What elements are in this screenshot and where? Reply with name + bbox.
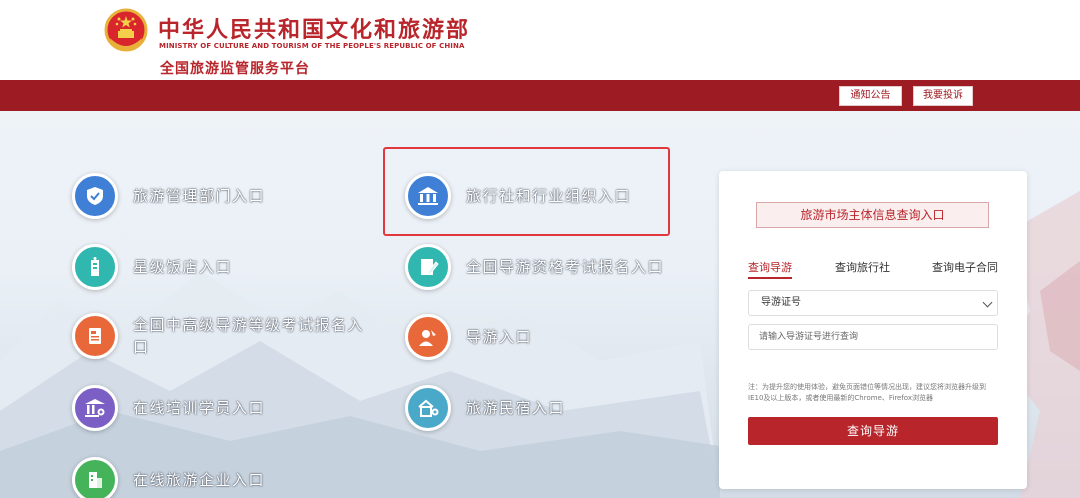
guide-icon: [405, 314, 451, 360]
entry-label: 旅行社和行业组织入口: [466, 187, 632, 205]
main-area: 旅游管理部门入口 旅行社和行业组织入口 星级饭店入口 全国导游资格考试报名入口 …: [0, 111, 1080, 498]
document-edit-icon: [405, 244, 451, 290]
tab-query-agency[interactable]: 查询旅行社: [835, 259, 890, 275]
query-panel: 旅游市场主体信息查询入口 查询导游 查询旅行社 查询电子合同 导游证号 请输入导…: [719, 171, 1027, 489]
active-tab-indicator: [748, 277, 792, 279]
guide-number-input[interactable]: 请输入导游证号进行查询: [748, 324, 998, 350]
national-emblem-icon: [104, 8, 148, 52]
complaint-button[interactable]: 我要投诉: [913, 86, 973, 106]
entry-guide[interactable]: 导游入口: [405, 314, 532, 360]
search-guide-button[interactable]: 查询导游: [748, 417, 998, 445]
query-panel-title: 旅游市场主体信息查询入口: [756, 202, 989, 228]
entry-star-hotel[interactable]: 星级饭店入口: [72, 244, 232, 290]
entry-label: 在线培训学员入口: [133, 399, 266, 417]
entry-travel-agency[interactable]: 旅行社和行业组织入口: [405, 173, 631, 219]
browser-note: 注：为提升您的使用体验，避免页面错位等情况出现，建议您将浏览器升级到IE10及以…: [748, 383, 986, 402]
training-icon: [72, 385, 118, 431]
shield-icon: [72, 173, 118, 219]
platform-title: 全国旅游监管服务平台: [160, 61, 310, 77]
building-icon: [405, 173, 451, 219]
entry-label: 全国导游资格考试报名入口: [466, 258, 665, 276]
entry-online-enterprise[interactable]: 在线旅游企业入口: [72, 457, 265, 498]
entry-senior-guide-exam[interactable]: 全国中高级导游等级考试报名入口: [72, 313, 373, 359]
header: 中华人民共和国文化和旅游部 MINISTRY OF CULTURE AND TO…: [0, 0, 1080, 80]
chevron-down-icon: [982, 297, 993, 308]
tab-query-guide[interactable]: 查询导游: [748, 259, 792, 275]
entry-label: 全国中高级导游等级考试报名入口: [133, 316, 365, 356]
query-type-value: 导游证号: [761, 297, 801, 308]
notice-button[interactable]: 通知公告: [839, 86, 902, 106]
entry-guide-exam[interactable]: 全国导游资格考试报名入口: [405, 244, 664, 290]
entry-tourism-admin[interactable]: 旅游管理部门入口: [72, 173, 265, 219]
hotel-icon: [72, 244, 118, 290]
exam-doc-icon: [72, 313, 118, 359]
query-type-select[interactable]: 导游证号: [748, 290, 998, 316]
entry-label: 旅游民宿入口: [466, 399, 566, 417]
ministry-title: 中华人民共和国文化和旅游部: [158, 18, 471, 43]
tab-query-contract[interactable]: 查询电子合同: [932, 259, 998, 275]
entry-label: 星级饭店入口: [133, 258, 233, 276]
top-nav-bar: 通知公告 我要投诉: [0, 80, 1080, 111]
entry-online-training[interactable]: 在线培训学员入口: [72, 385, 265, 431]
homestay-icon: [405, 385, 451, 431]
entry-label: 导游入口: [466, 328, 533, 346]
entry-label: 在线旅游企业入口: [133, 471, 266, 489]
entry-homestay[interactable]: 旅游民宿入口: [405, 385, 565, 431]
ministry-title-english: MINISTRY OF CULTURE AND TOURISM OF THE P…: [159, 42, 465, 50]
entry-label: 旅游管理部门入口: [133, 187, 266, 205]
enterprise-icon: [72, 457, 118, 498]
